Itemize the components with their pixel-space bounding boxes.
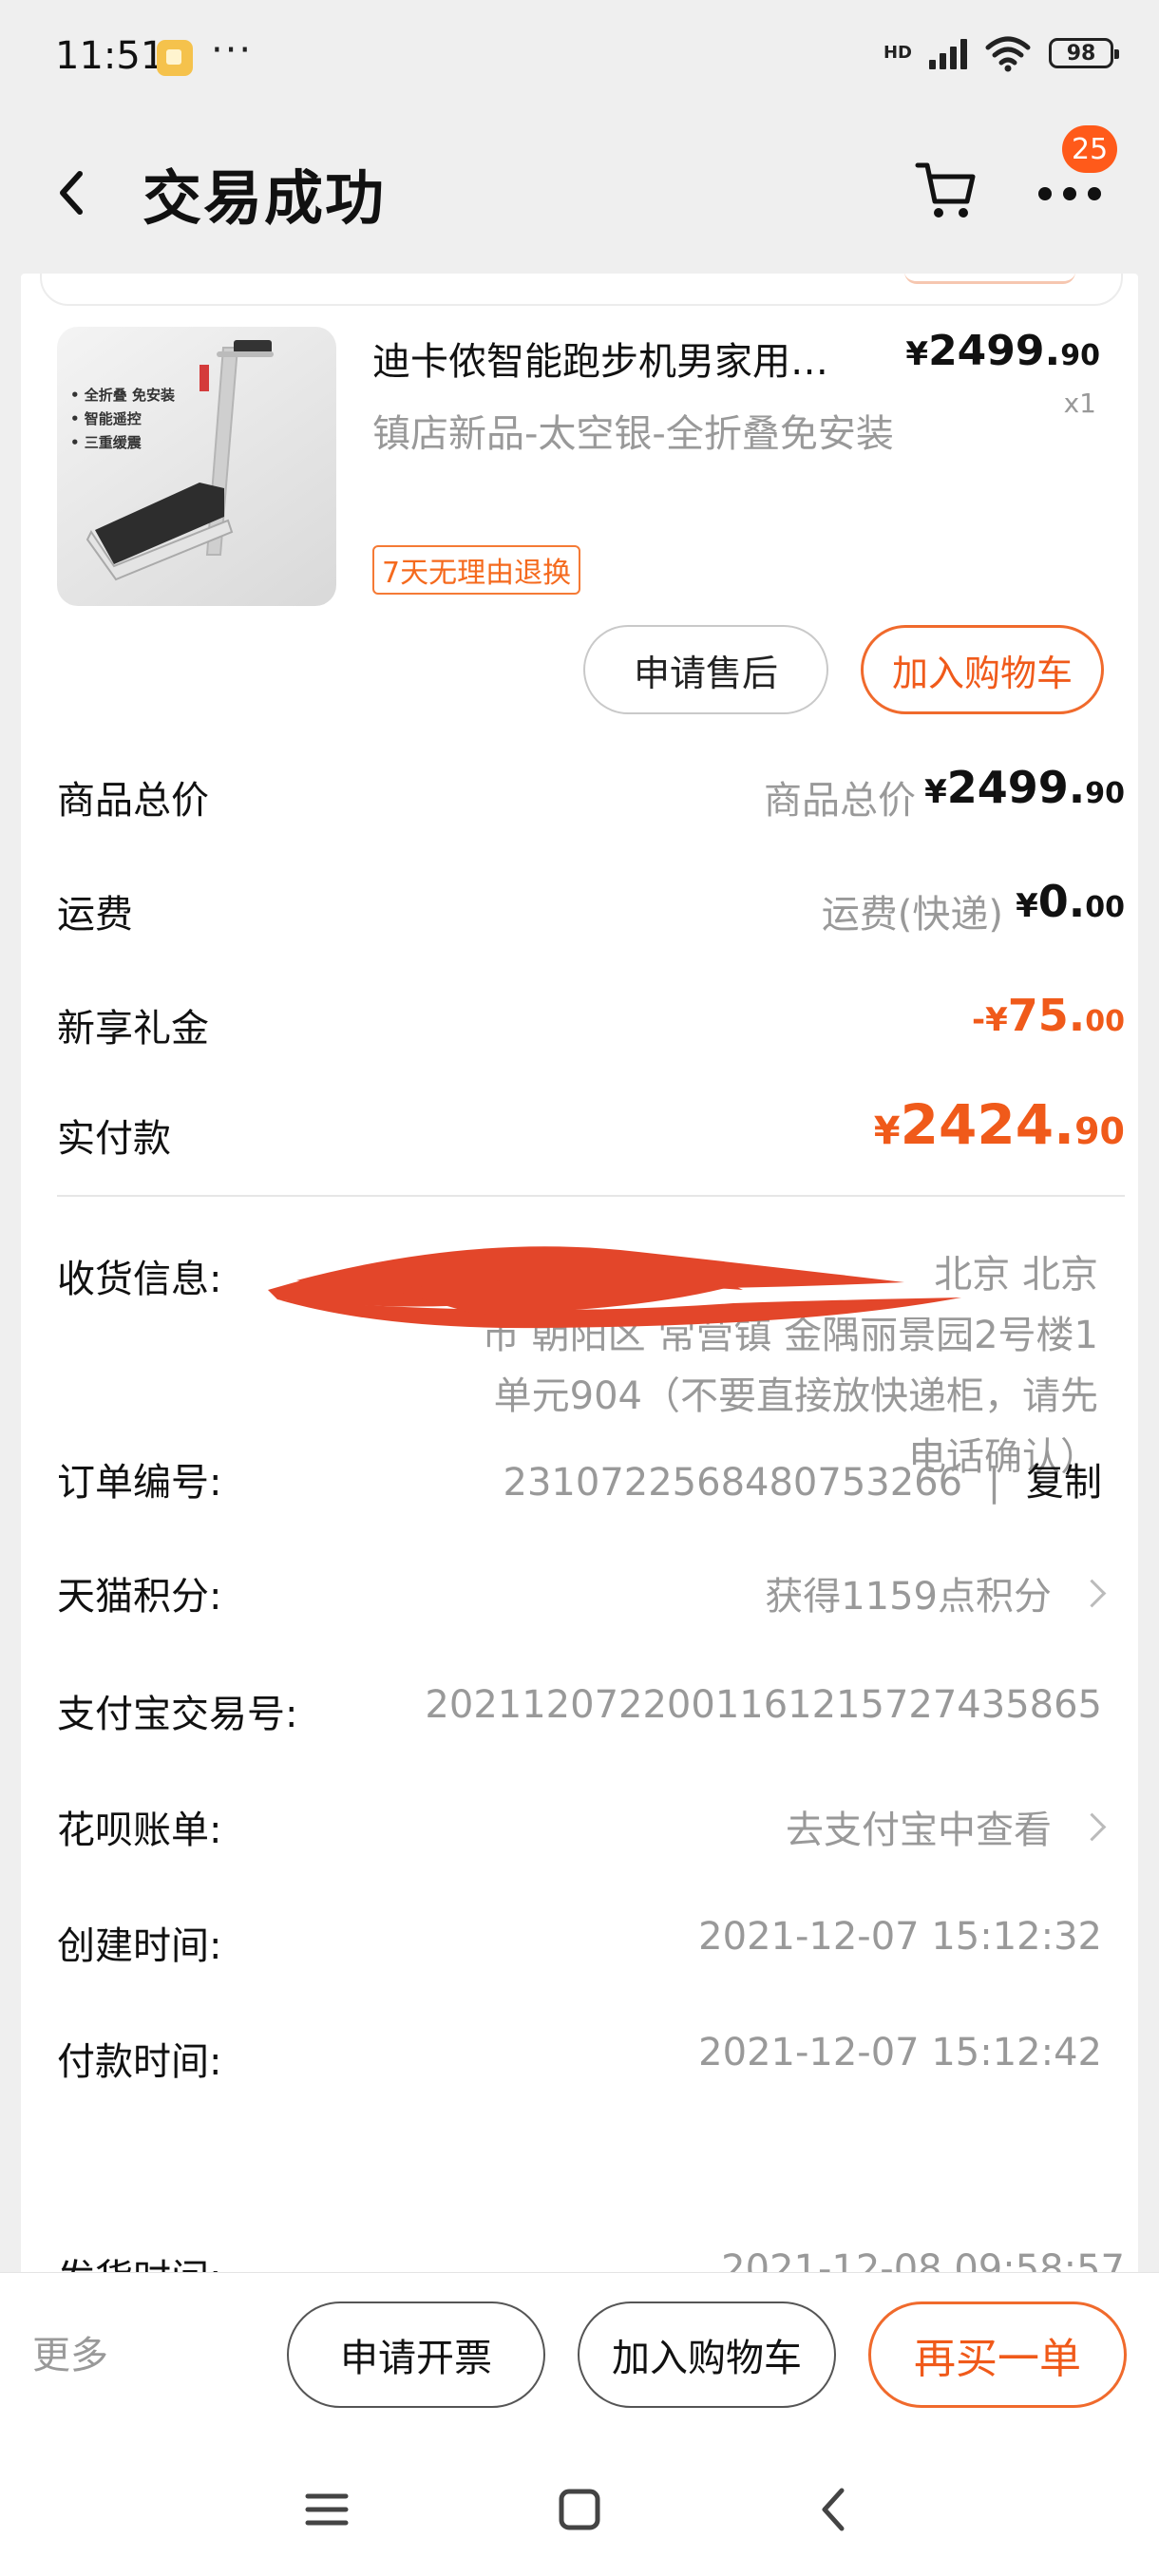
bottom-add-to-cart-button[interactable]: 加入购物车 xyxy=(578,2301,836,2408)
gift-credit-label: 新享礼金 xyxy=(57,1007,209,1051)
request-invoice-button[interactable]: 申请开票 xyxy=(287,2301,545,2408)
more-button[interactable]: 更多 xyxy=(32,2324,108,2379)
more-badge: 25 xyxy=(1062,125,1118,173)
chevron-right-icon xyxy=(1077,1812,1107,1842)
product-image[interactable]: • 全折叠 免安装 • 智能遥控 • 三重缓震 xyxy=(57,327,336,606)
status-indicators: HD 98 xyxy=(883,34,1119,72)
app-header: 交易成功 25 xyxy=(0,112,1159,274)
order-card: • 全折叠 免安装 • 智能遥控 • 三重缓震 迪卡侬智能跑步机男家用… ¥24… xyxy=(21,274,1138,2278)
alipay-transaction-label: 支付宝交易号: xyxy=(57,1693,298,1736)
shipping-row: 运费 运费(快递) ¥0.00 xyxy=(57,874,1125,940)
gallery-app-icon xyxy=(157,40,193,76)
gift-credit-row: 新享礼金 -¥75.00 xyxy=(57,988,1125,1054)
points-row[interactable]: 获得1159点积分 xyxy=(765,1565,1107,1620)
points-value: 获得1159点积分 xyxy=(765,1575,1052,1619)
huabei-value: 去支付宝中查看 xyxy=(786,1809,1052,1852)
shipping-label: 运费 xyxy=(57,893,133,937)
status-dots: ··· xyxy=(211,28,254,72)
home-icon[interactable] xyxy=(555,2485,604,2534)
huabei-row[interactable]: 去支付宝中查看 xyxy=(786,1799,1107,1854)
copy-order-number-button[interactable]: 复制 xyxy=(1026,1461,1102,1505)
hd-label: HD xyxy=(883,43,912,63)
paid-amount-row: 实付款 ¥2424.90 xyxy=(57,1092,1125,1165)
points-label: 天猫积分: xyxy=(57,1575,222,1619)
battery-icon: 98 xyxy=(1049,38,1119,68)
divider xyxy=(57,1195,1125,1197)
bottom-action-bar: 更多 申请开票 加入购物车 再买一单 xyxy=(0,2272,1159,2444)
signal-icon xyxy=(929,37,967,69)
system-nav-bar xyxy=(0,2443,1159,2576)
address-label: 收货信息: xyxy=(57,1258,222,1301)
shipping-amount: ¥0.00 xyxy=(1016,876,1125,927)
order-number-row: 2310722568480753266 | 复制 xyxy=(503,1461,1102,1505)
alipay-transaction-number: 2021120722001161215727435865 xyxy=(425,1683,1102,1727)
chevron-right-icon xyxy=(1077,1579,1107,1608)
goods-total-row: 商品总价 商品总价 ¥2499.90 xyxy=(57,760,1125,826)
product-quantity: x1 xyxy=(1063,388,1096,419)
status-time: 11:51 xyxy=(55,34,165,78)
back-nav-icon[interactable] xyxy=(809,2485,859,2534)
order-number: 2310722568480753266 xyxy=(503,1461,963,1505)
redaction-scribble xyxy=(268,1246,961,1329)
after-sale-button[interactable]: 申请售后 xyxy=(583,625,828,714)
back-icon[interactable] xyxy=(49,164,95,221)
product-price: ¥2499.90 xyxy=(905,327,1100,375)
product-name[interactable]: 迪卡侬智能跑步机男家用… xyxy=(372,331,914,386)
more-icon[interactable] xyxy=(1036,175,1104,213)
treadmill-illustration xyxy=(86,340,274,581)
menu-icon[interactable] xyxy=(302,2485,352,2534)
status-bar: 11:51 ··· HD 98 xyxy=(0,0,1159,112)
wifi-icon xyxy=(985,36,1031,72)
goods-total-label: 商品总价 xyxy=(57,779,209,823)
page-title: 交易成功 xyxy=(142,163,387,233)
previous-button-edge xyxy=(904,274,1075,284)
buy-again-button[interactable]: 再买一单 xyxy=(868,2301,1127,2408)
add-to-cart-button[interactable]: 加入购物车 xyxy=(861,625,1104,714)
created-time-label: 创建时间: xyxy=(57,1924,222,1968)
payment-time-value: 2021-12-07 15:12:42 xyxy=(698,2031,1102,2074)
paid-amount-label: 实付款 xyxy=(57,1117,171,1161)
created-time-value: 2021-12-07 15:12:32 xyxy=(698,1915,1102,1959)
huabei-label: 花呗账单: xyxy=(57,1809,222,1852)
goods-total-amount: ¥2499.90 xyxy=(924,762,1125,813)
product-spec: 镇店新品-太空银-全折叠免安装 xyxy=(372,412,894,456)
gift-credit-amount: -¥75.00 xyxy=(971,990,1125,1041)
paid-amount: ¥2424.90 xyxy=(873,1092,1125,1157)
payment-time-label: 付款时间: xyxy=(57,2040,222,2084)
goods-total-sublabel: 商品总价 xyxy=(764,779,916,823)
cart-icon[interactable] xyxy=(914,156,980,222)
return-policy-tag: 7天无理由退换 xyxy=(372,545,581,595)
shipping-sublabel: 运费(快递) xyxy=(821,893,1003,937)
order-number-label: 订单编号: xyxy=(57,1461,222,1505)
